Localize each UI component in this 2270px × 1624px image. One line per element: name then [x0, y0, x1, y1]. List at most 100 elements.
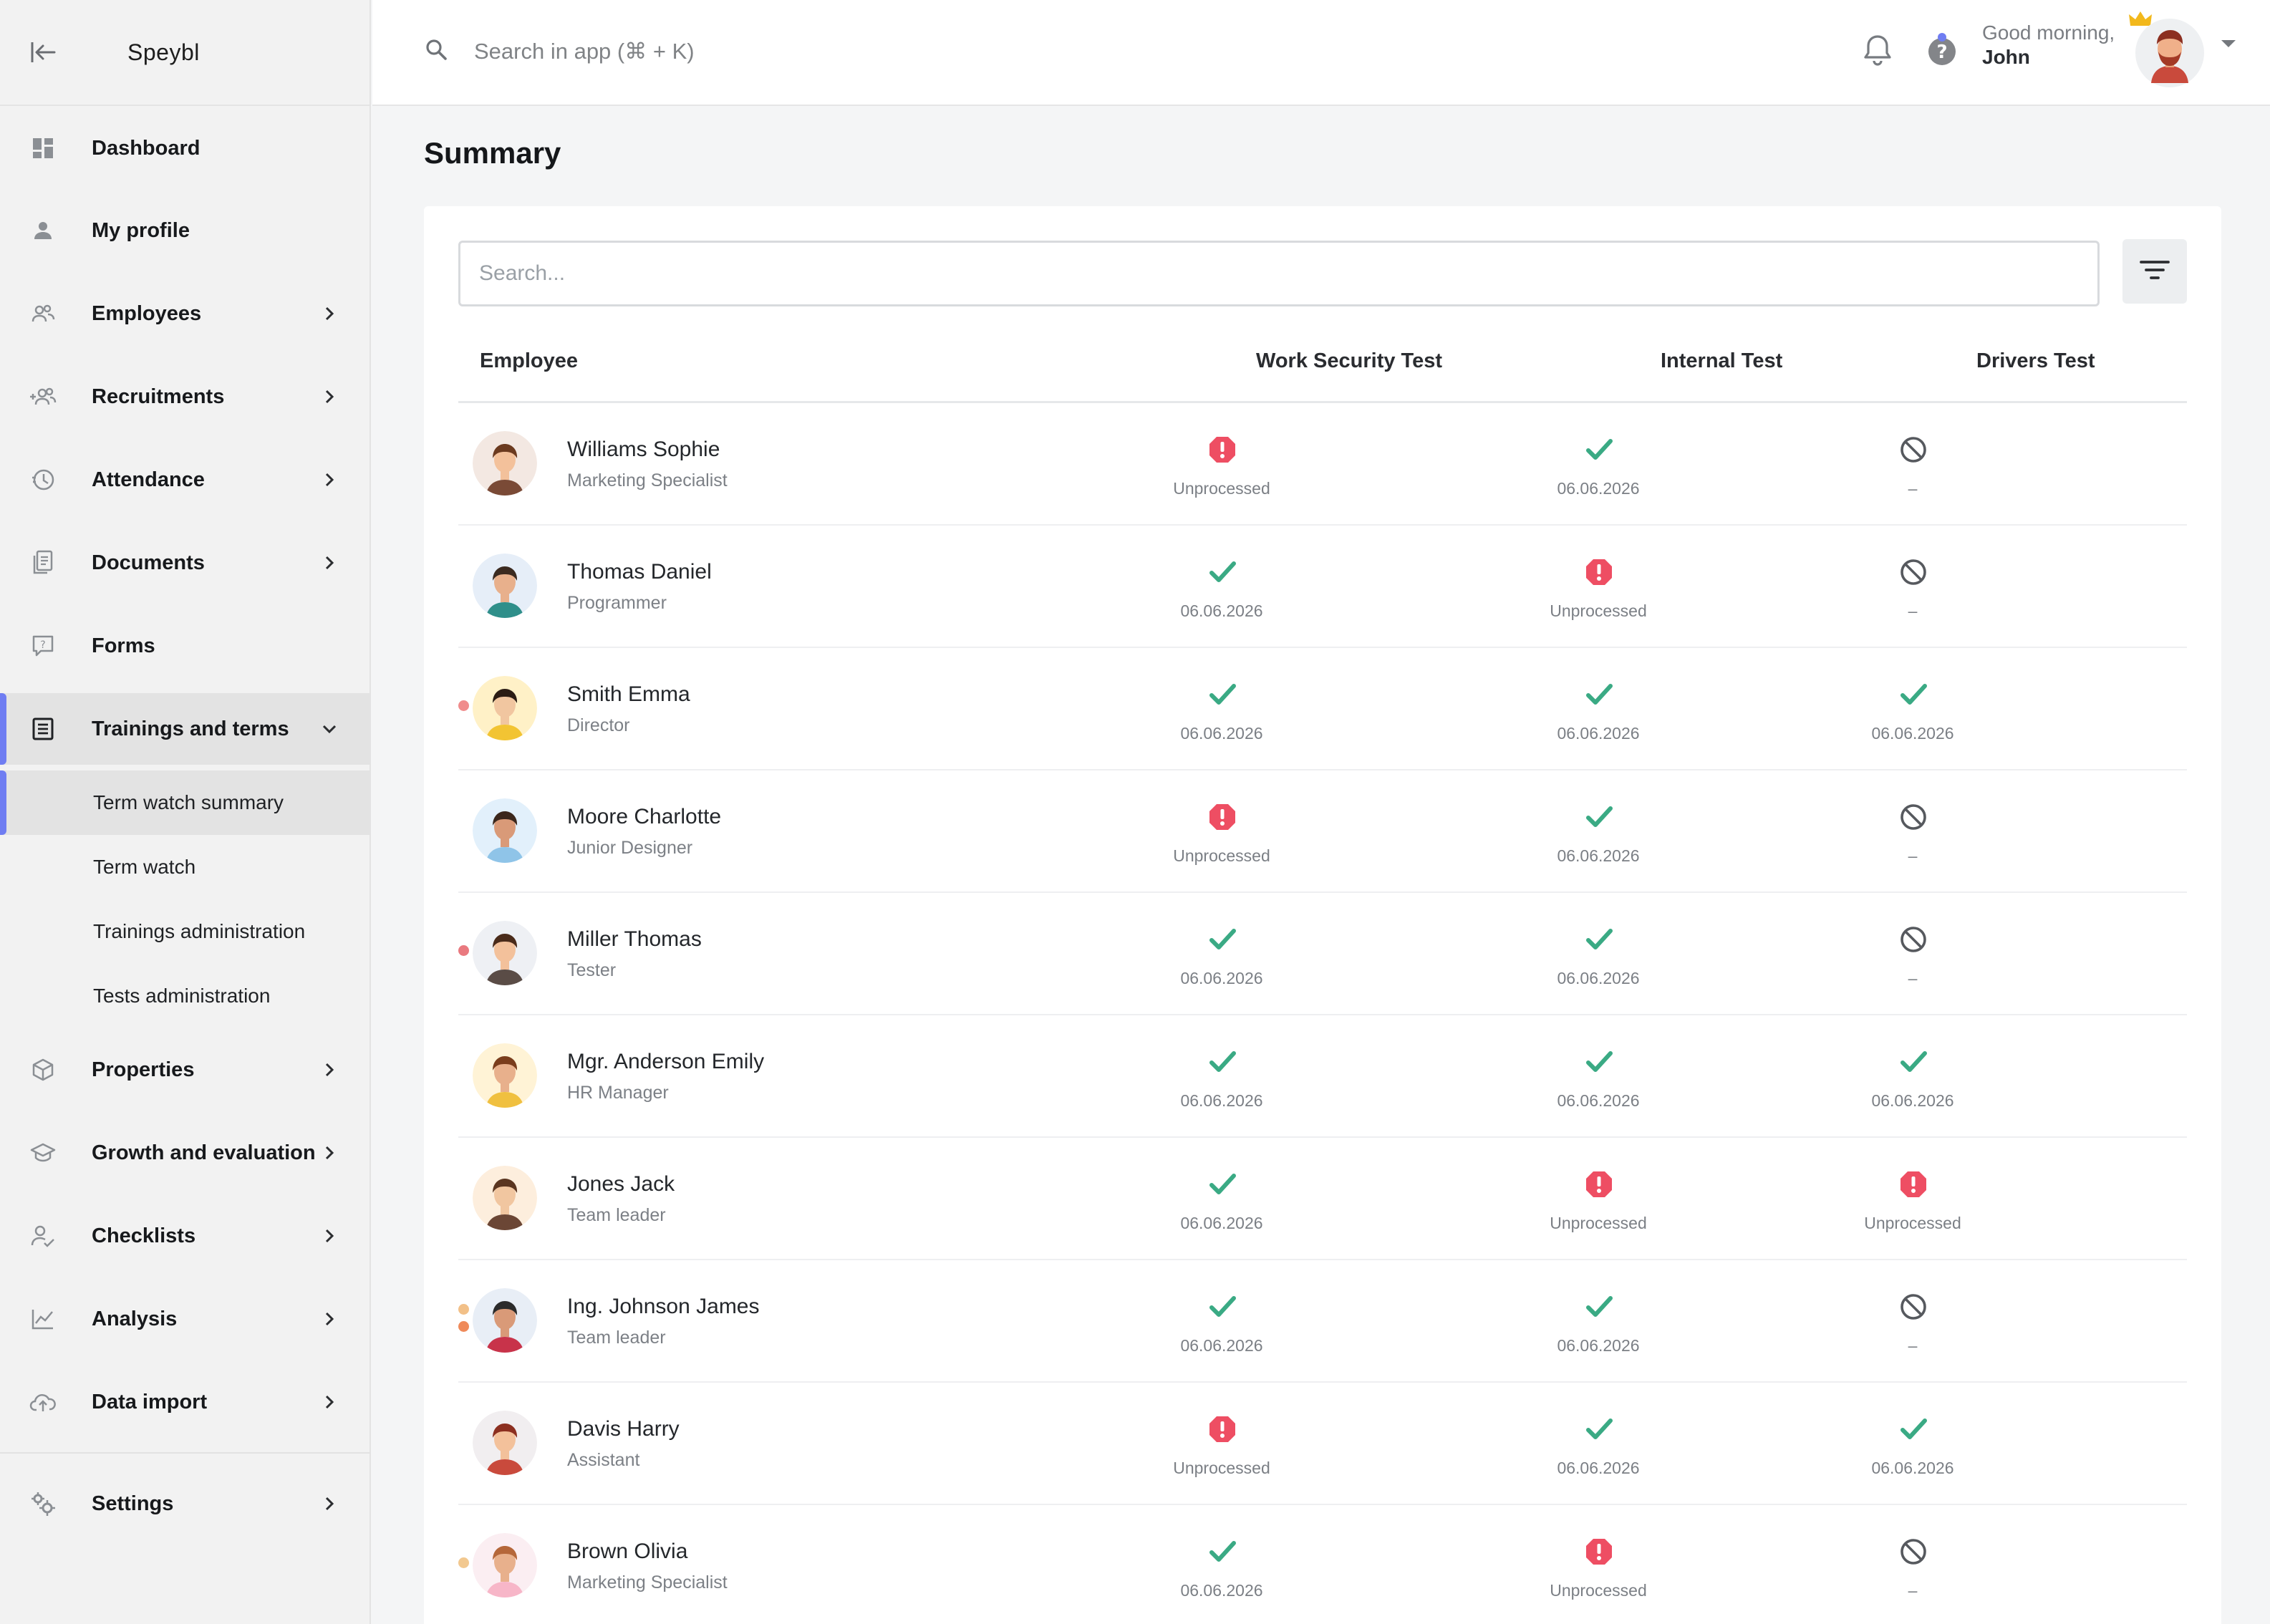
- table-row[interactable]: Mgr. Anderson Emily HR Manager 06.06.2026 0…: [458, 1015, 2187, 1138]
- column-header-employee[interactable]: Employee: [480, 349, 578, 373]
- user-name: John: [1982, 46, 2030, 68]
- check-icon: [1584, 802, 1614, 832]
- test-status-cell[interactable]: 06.06.2026: [1114, 1047, 1329, 1118]
- subitem-tests-administration[interactable]: Tests administration: [0, 964, 370, 1028]
- test-status-cell[interactable]: 06.06.2026: [1491, 802, 1706, 874]
- notification-bell-icon[interactable]: [1862, 33, 1898, 69]
- sidebar-item-forms[interactable]: ? Forms: [0, 610, 370, 682]
- test-status-cell[interactable]: 06.06.2026: [1114, 1292, 1329, 1363]
- warning-octagon-icon: [1898, 1169, 1928, 1199]
- test-status-cell[interactable]: 06.06.2026: [1114, 1169, 1329, 1241]
- test-status-text: –: [1908, 601, 1918, 620]
- test-status-text: Unprocessed: [1550, 1581, 1647, 1600]
- sidebar-item-settings[interactable]: Settings: [0, 1468, 370, 1540]
- filter-button[interactable]: [2122, 239, 2187, 304]
- subitem-label: Trainings administration: [93, 920, 306, 942]
- test-status-cell[interactable]: 06.06.2026: [1805, 1414, 2020, 1486]
- top-header: ? Good morning, John: [372, 0, 2270, 106]
- test-status-cell[interactable]: 06.06.2026: [1491, 924, 1706, 996]
- test-status-cell[interactable]: 06.06.2026: [1491, 435, 1706, 506]
- employee-name[interactable]: Jones Jack: [567, 1172, 675, 1197]
- column-header-internal-test[interactable]: Internal Test: [1661, 349, 1782, 373]
- employee-name[interactable]: Thomas Daniel: [567, 560, 712, 584]
- global-search-input[interactable]: [474, 32, 1119, 72]
- test-status-cell[interactable]: 06.06.2026: [1114, 924, 1329, 996]
- test-status-cell[interactable]: 06.06.2026: [1491, 1047, 1706, 1118]
- employee-role: Tester: [567, 960, 617, 980]
- sidebar-item-my-profile[interactable]: My profile: [0, 195, 370, 266]
- test-status-cell[interactable]: 06.06.2026: [1491, 680, 1706, 751]
- help-icon[interactable]: ?: [1925, 32, 1961, 69]
- employee-name[interactable]: Miller Thomas: [567, 927, 702, 952]
- test-status-cell[interactable]: –: [1805, 557, 2020, 629]
- test-status-cell[interactable]: 06.06.2026: [1114, 557, 1329, 629]
- table-row[interactable]: Miller Thomas Tester 06.06.2026 06.06.2026 –: [458, 893, 2187, 1015]
- test-status-cell[interactable]: –: [1805, 802, 2020, 874]
- test-status-cell[interactable]: –: [1805, 1537, 2020, 1608]
- sidebar-item-attendance[interactable]: Attendance: [0, 444, 370, 516]
- test-status-text: Unprocessed: [1864, 1214, 1961, 1232]
- sidebar-item-growth-and-evaluation[interactable]: Growth and evaluation: [0, 1117, 370, 1189]
- sidebar-item-properties[interactable]: Properties: [0, 1034, 370, 1106]
- test-status-cell[interactable]: –: [1805, 435, 2020, 506]
- employee-name[interactable]: Williams Sophie: [567, 438, 720, 462]
- subitem-term-watch[interactable]: Term watch: [0, 835, 370, 899]
- sidebar-item-data-import[interactable]: Data import: [0, 1366, 370, 1438]
- table-row[interactable]: Davis Harry Assistant Unprocessed 06.06.202…: [458, 1383, 2187, 1505]
- test-status-cell[interactable]: Unprocessed: [1805, 1169, 2020, 1241]
- sidebar-item-label: Trainings and terms: [92, 717, 289, 740]
- sidebar-item-trainings-and-terms[interactable]: Trainings and terms: [0, 693, 370, 765]
- table-row[interactable]: Moore Charlotte Junior Designer Unprocesse…: [458, 770, 2187, 893]
- subitem-trainings-administration[interactable]: Trainings administration: [0, 899, 370, 964]
- user-avatar[interactable]: [2135, 19, 2204, 87]
- subitem-term-watch-summary[interactable]: Term watch summary: [0, 770, 370, 835]
- test-status-cell[interactable]: Unprocessed: [1491, 557, 1706, 629]
- table-row[interactable]: Ing. Johnson James Team leader 06.06.2026 0…: [458, 1260, 2187, 1383]
- test-status-cell[interactable]: 06.06.2026: [1491, 1292, 1706, 1363]
- account-menu-chevron-icon[interactable]: [2220, 39, 2249, 67]
- column-header-work-security-test[interactable]: Work Security Test: [1256, 349, 1442, 373]
- sidebar-item-documents[interactable]: Documents: [0, 527, 370, 599]
- test-status-cell[interactable]: –: [1805, 924, 2020, 996]
- collapse-sidebar-icon[interactable]: [29, 38, 57, 67]
- test-status-cell[interactable]: 06.06.2026: [1114, 1537, 1329, 1608]
- test-status-cell[interactable]: Unprocessed: [1491, 1169, 1706, 1241]
- sidebar-item-employees[interactable]: Employees: [0, 278, 370, 349]
- employee-name[interactable]: Brown Olivia: [567, 1540, 687, 1564]
- table-row[interactable]: Smith Emma Director 06.06.2026 06.06.2026 06…: [458, 648, 2187, 770]
- table-row[interactable]: Brown Olivia Marketing Specialist 06.06.20…: [458, 1505, 2187, 1624]
- check-icon: [1584, 435, 1614, 465]
- sidebar-item-dashboard[interactable]: Dashboard: [0, 112, 370, 184]
- user-greeting: Good morning, John: [1982, 21, 2147, 69]
- sidebar-item-recruitments[interactable]: Recruitments: [0, 361, 370, 432]
- test-status-cell[interactable]: Unprocessed: [1114, 435, 1329, 506]
- test-status-cell[interactable]: 06.06.2026: [1805, 1047, 2020, 1118]
- test-status-cell[interactable]: –: [1805, 1292, 2020, 1363]
- sidebar-item-checklists[interactable]: Checklists: [0, 1200, 370, 1272]
- search-icon[interactable]: [424, 37, 453, 66]
- test-status-cell[interactable]: Unprocessed: [1114, 1414, 1329, 1486]
- sidebar-item-analysis[interactable]: Analysis: [0, 1283, 370, 1355]
- table-row[interactable]: Williams Sophie Marketing Specialist Unpro…: [458, 403, 2187, 526]
- test-status-cell[interactable]: 06.06.2026: [1805, 680, 2020, 751]
- test-status-cell[interactable]: 06.06.2026: [1114, 680, 1329, 751]
- employee-name[interactable]: Smith Emma: [567, 682, 690, 707]
- brand-logo[interactable]: Speybl: [127, 39, 200, 66]
- column-header-drivers-test[interactable]: Drivers Test: [1976, 349, 2095, 373]
- employee-name[interactable]: Moore Charlotte: [567, 805, 721, 829]
- box-icon: [29, 1055, 57, 1084]
- table-row[interactable]: Thomas Daniel Programmer 06.06.2026 Unproce…: [458, 526, 2187, 648]
- sidebar-item-label: Checklists: [92, 1224, 196, 1247]
- check-icon: [1898, 1414, 1928, 1444]
- employee-name[interactable]: Davis Harry: [567, 1417, 680, 1441]
- page-title: Summary: [424, 136, 561, 170]
- test-status-cell[interactable]: 06.06.2026: [1491, 1414, 1706, 1486]
- employee-name[interactable]: Mgr. Anderson Emily: [567, 1050, 764, 1074]
- summary-search-input[interactable]: [458, 241, 2100, 306]
- status-dot: [458, 1321, 469, 1332]
- test-status-cell[interactable]: Unprocessed: [1114, 802, 1329, 874]
- table-row[interactable]: Jones Jack Team leader 06.06.2026 Unprocess…: [458, 1138, 2187, 1260]
- employee-name[interactable]: Ing. Johnson James: [567, 1295, 760, 1319]
- test-status-text: –: [1908, 846, 1918, 865]
- test-status-cell[interactable]: Unprocessed: [1491, 1537, 1706, 1608]
